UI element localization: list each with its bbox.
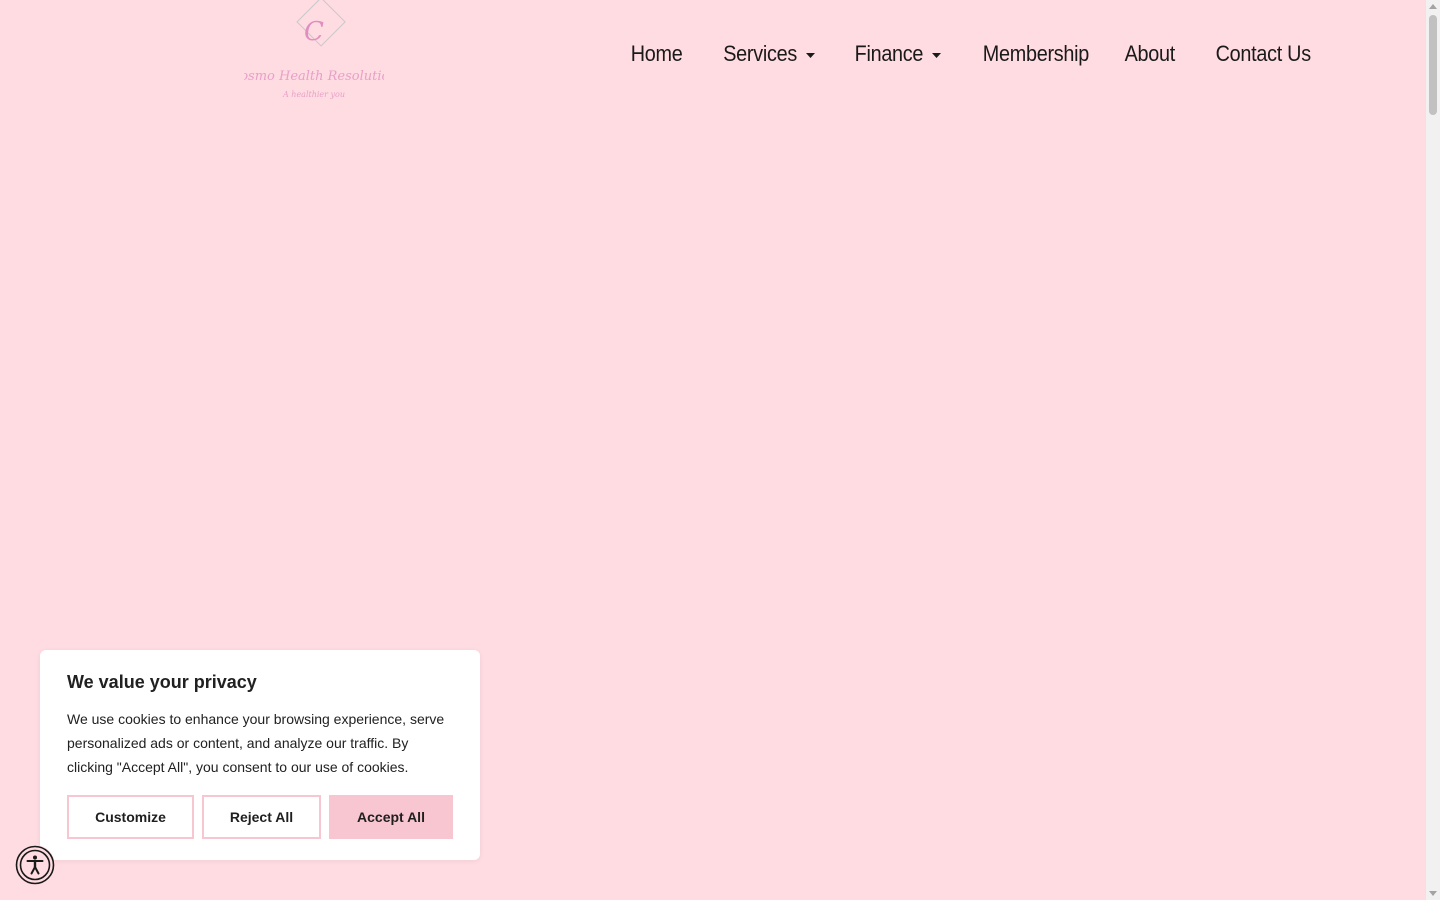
svg-text:C: C [304,17,324,47]
caret-down-icon [932,52,942,58]
nav-item-home[interactable]: Home [631,41,683,67]
nav-item-finance[interactable]: Finance [855,41,942,67]
reject-all-button[interactable]: Reject All [202,795,321,839]
site-logo[interactable]: C Cosmo Health Resolution A healthier yo… [244,0,384,104]
page: C Cosmo Health Resolution A healthier yo… [0,0,1440,900]
nav-item-label: Services [723,41,797,66]
nav-item-membership[interactable]: Membership [982,41,1090,67]
main-nav: Home Services Finance Membership About C… [625,36,1311,72]
svg-text:A healthier you: A healthier you [282,90,345,99]
cookie-banner-title: We value your privacy [67,672,257,692]
accessibility-button[interactable] [15,845,55,885]
accept-all-button[interactable]: Accept All [329,795,453,839]
cookie-banner-text: We use cookies to enhance your browsing … [67,711,445,775]
nav-item-label: Membership [982,41,1090,66]
caret-down-icon [805,52,815,58]
scroll-down-arrow-icon[interactable] [1429,891,1437,896]
nav-item-label: About [1124,41,1176,66]
cookie-button-group: Customize Reject All Accept All [67,795,453,839]
customize-button[interactable]: Customize [67,795,194,839]
scroll-up-arrow-icon[interactable] [1429,4,1437,9]
scrollbar-thumb[interactable] [1429,15,1437,115]
vertical-scrollbar[interactable] [1425,0,1440,900]
nav-item-about[interactable]: About [1124,41,1176,67]
cookie-consent-banner: We value your privacy We use cookies to … [40,650,480,860]
nav-item-label: Contact Us [1215,41,1312,66]
nav-item-contact-us[interactable]: Contact Us [1215,41,1312,67]
nav-item-label: Home [631,41,683,66]
accessibility-icon [15,845,55,885]
nav-item-services[interactable]: Services [723,41,815,67]
svg-text:Cosmo Health Resolution: Cosmo Health Resolution [244,69,384,84]
nav-item-label: Finance [854,41,924,66]
